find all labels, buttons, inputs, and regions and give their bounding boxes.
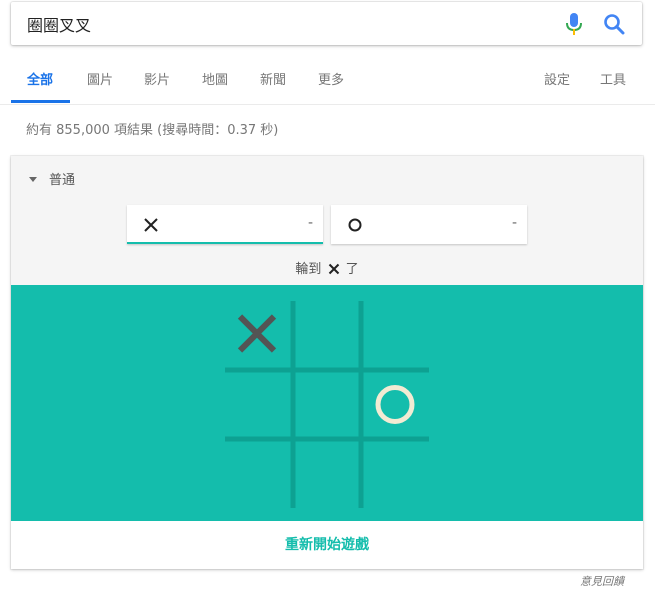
game-board — [225, 301, 429, 508]
board-cell-2-1[interactable] — [293, 439, 361, 508]
tab-all[interactable]: 全部 — [27, 58, 53, 104]
search-icon[interactable] — [603, 13, 625, 35]
player-x-score: - — [127, 205, 323, 244]
board-cell-2-2[interactable] — [361, 439, 429, 508]
tab-news[interactable]: 新聞 — [260, 58, 286, 104]
player-o-score: - — [331, 205, 527, 244]
o-score-value: - — [511, 215, 517, 231]
microphone-icon[interactable] — [566, 13, 582, 35]
feedback-link[interactable]: 意見回饋 — [580, 573, 624, 589]
tab-images[interactable]: 圖片 — [87, 58, 113, 104]
turn-prefix: 輪到 — [295, 262, 322, 277]
caret-down-icon — [29, 177, 37, 182]
search-bar — [11, 2, 642, 45]
board-cell-1-0[interactable] — [225, 370, 293, 439]
x-score-value: - — [307, 215, 313, 231]
x-turn-icon — [328, 263, 339, 275]
turn-suffix: 了 — [345, 262, 359, 277]
difficulty-dropdown[interactable]: 普通 — [29, 169, 75, 193]
board-cell-1-2[interactable] — [361, 370, 429, 439]
search-tabs: 全部 圖片 影片 地圖 新聞 更多 設定 工具 — [0, 58, 655, 105]
turn-indicator: 輪到 了 — [11, 258, 643, 277]
settings-link[interactable]: 設定 — [544, 58, 570, 104]
o-mark-icon — [348, 218, 362, 232]
search-input[interactable] — [27, 2, 547, 45]
board-cell-0-0[interactable] — [225, 301, 293, 370]
board-cell-2-0[interactable] — [225, 439, 293, 508]
tools-link[interactable]: 工具 — [600, 58, 626, 104]
board-cell-1-1[interactable] — [293, 370, 361, 439]
tab-videos[interactable]: 影片 — [144, 58, 170, 104]
x-mark-icon — [144, 218, 158, 232]
active-tab-indicator — [11, 100, 70, 103]
tab-more[interactable]: 更多 — [318, 58, 344, 104]
restart-game-button[interactable]: 重新開始遊戲 — [11, 521, 643, 569]
tic-tac-toe-card: 普通 - - 輪到 了 重新開始遊戲 — [11, 156, 643, 569]
game-board-area — [11, 285, 643, 521]
board-cell-0-2[interactable] — [361, 301, 429, 370]
difficulty-label: 普通 — [49, 173, 76, 188]
result-stats: 約有 855,000 項結果 (搜尋時間：0.37 秒) — [26, 123, 279, 138]
board-cell-0-1[interactable] — [293, 301, 361, 370]
tab-maps[interactable]: 地圖 — [202, 58, 228, 104]
